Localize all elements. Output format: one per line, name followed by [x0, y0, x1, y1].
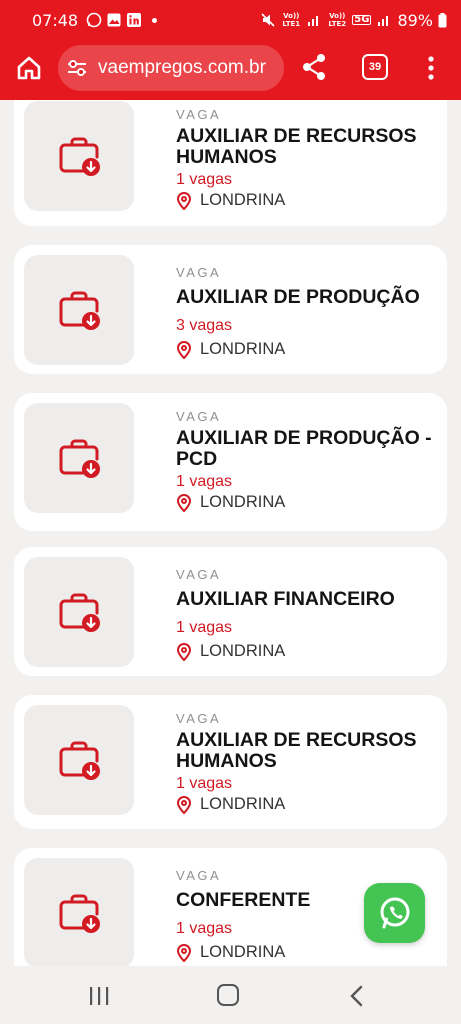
job-kicker: VAGA [176, 107, 222, 122]
job-thumbnail [24, 557, 134, 667]
location-label: LONDRINA [200, 340, 286, 358]
job-card[interactable]: VAGA AUXILIAR DE PRODUÇÃO 3 vagas LONDRI… [14, 245, 447, 374]
location-pin-icon [176, 642, 192, 661]
job-kicker: VAGA [176, 711, 222, 726]
job-location: LONDRINA [176, 642, 439, 661]
whatsapp-button[interactable] [364, 883, 425, 943]
job-kicker: VAGA [176, 567, 222, 582]
status-bar: 07:48 Vo)) LTE1 Vo)) LTE2 5G 89% [0, 0, 461, 40]
job-title[interactable]: AUXILIAR DE RECURSOS HUMANOS [176, 730, 439, 772]
sim2-indicator: Vo)) LTE2 [328, 12, 347, 28]
recent-apps-icon[interactable] [88, 986, 110, 1006]
job-count: 1 vagas [176, 171, 233, 188]
job-location: LONDRINA [176, 340, 439, 359]
linkedin-notification-icon [127, 13, 142, 27]
signal-icon-2 [378, 16, 389, 26]
location-label: LONDRINA [200, 191, 286, 209]
tabs-button[interactable]: 39 [362, 54, 388, 80]
job-location: LONDRINA [176, 493, 439, 512]
location-label: LONDRINA [200, 943, 286, 961]
more-notifications-dot [152, 17, 158, 23]
location-pin-icon [176, 943, 192, 962]
briefcase-icon [59, 291, 100, 330]
job-thumbnail [24, 403, 134, 513]
job-list: VAGA AUXILIAR DE RECURSOS HUMANOS 1 vaga… [0, 100, 461, 966]
more-icon[interactable] [424, 54, 438, 82]
system-nav-bar [0, 966, 461, 1024]
job-title[interactable]: AUXILIAR FINANCEIRO [176, 589, 439, 610]
battery-percent: 89% [397, 10, 433, 30]
home-nav-button[interactable] [217, 984, 239, 1006]
whatsapp-icon [380, 897, 409, 929]
battery-icon [438, 12, 447, 27]
job-title[interactable]: AUXILIAR DE PRODUÇÃO - PCD [176, 428, 439, 470]
home-icon[interactable] [14, 53, 44, 83]
mute-icon [261, 13, 275, 27]
location-pin-icon [176, 191, 192, 210]
site-settings-icon[interactable] [66, 58, 88, 78]
sim1-indicator: Vo)) LTE1 [282, 12, 301, 28]
job-count: 3 vagas [176, 317, 233, 334]
job-thumbnail [24, 858, 134, 966]
location-pin-icon [176, 795, 192, 814]
job-thumbnail [24, 705, 134, 815]
job-location: LONDRINA [176, 943, 439, 962]
address-bar[interactable]: vaempregos.com.br [58, 45, 284, 91]
job-card[interactable]: VAGA AUXILIAR DE RECURSOS HUMANOS 1 vaga… [14, 695, 447, 829]
back-icon[interactable] [349, 985, 363, 1007]
job-title[interactable]: AUXILIAR DE PRODUÇÃO [176, 287, 439, 308]
browser-toolbar: vaempregos.com.br 39 [0, 40, 461, 100]
gallery-notification-icon [107, 13, 121, 27]
job-count: 1 vagas [176, 619, 233, 636]
location-pin-icon [176, 340, 192, 359]
job-location: LONDRINA [176, 795, 439, 814]
job-thumbnail [24, 101, 134, 211]
location-label: LONDRINA [200, 795, 286, 813]
job-kicker: VAGA [176, 409, 222, 424]
share-icon[interactable] [300, 52, 328, 82]
job-count: 1 vagas [176, 775, 233, 792]
job-card[interactable]: VAGA AUXILIAR DE PRODUÇÃO - PCD 1 vagas … [14, 393, 447, 531]
briefcase-icon [59, 741, 100, 780]
5g-indicator: 5G [352, 14, 372, 25]
job-kicker: VAGA [176, 265, 222, 280]
job-thumbnail [24, 255, 134, 365]
location-pin-icon [176, 493, 192, 512]
job-title[interactable]: AUXILIAR DE RECURSOS HUMANOS [176, 126, 439, 168]
job-card[interactable]: VAGA AUXILIAR DE RECURSOS HUMANOS 1 vaga… [14, 100, 447, 226]
briefcase-icon [59, 894, 100, 933]
whatsapp-notification-icon [86, 12, 102, 28]
location-label: LONDRINA [200, 642, 286, 660]
location-label: LONDRINA [200, 493, 286, 511]
briefcase-icon [59, 137, 100, 176]
url-text[interactable]: vaempregos.com.br [98, 57, 266, 79]
job-count: 1 vagas [176, 473, 233, 490]
job-kicker: VAGA [176, 868, 222, 883]
briefcase-icon [59, 593, 100, 632]
job-card[interactable]: VAGA AUXILIAR FINANCEIRO 1 vagas LONDRIN… [14, 547, 447, 676]
briefcase-icon [59, 439, 100, 478]
job-location: LONDRINA [176, 191, 439, 210]
status-time: 07:48 [32, 10, 79, 30]
signal-icon [308, 16, 319, 26]
